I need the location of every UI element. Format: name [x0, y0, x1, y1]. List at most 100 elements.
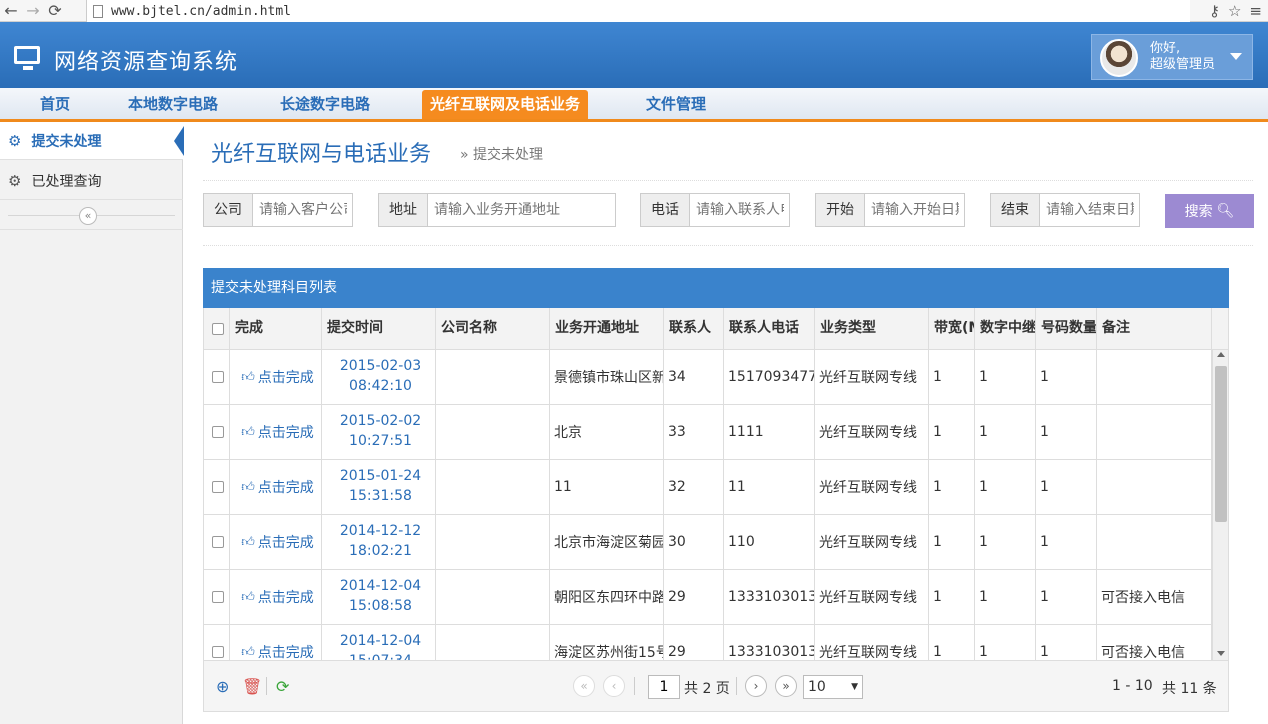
company-label: 公司 [204, 194, 253, 226]
cell-note [1097, 460, 1212, 514]
page-number-input[interactable] [648, 675, 680, 699]
row-checkbox[interactable] [212, 646, 224, 658]
cell-type: 光纤互联网专线 [815, 625, 929, 660]
address-input[interactable] [428, 194, 610, 226]
table-row[interactable]: 👍︎ 点击完成 2015-01-24 15:31:58 11 32 11 光纤互联网专线 1 1 1 [204, 460, 1212, 515]
zoom-in-icon[interactable]: ⊕ [216, 677, 229, 696]
cell-trunk: 1 [975, 405, 1036, 459]
submit-time: 2015-02-02 10:27:51 [322, 405, 436, 459]
cell-address: 北京 [550, 405, 664, 459]
cell-bw: 1 [929, 350, 975, 404]
cell-contact: 29 [664, 625, 724, 660]
refresh-icon[interactable]: ⟳ [276, 677, 289, 696]
cell-phone: 110 [724, 515, 815, 569]
column-header[interactable]: 带宽(M) [929, 308, 975, 349]
reload-button[interactable]: ⟳ [44, 0, 66, 22]
column-header[interactable]: 联系人 [664, 308, 724, 349]
nav-file-management[interactable]: 文件管理 [646, 88, 706, 119]
nav-long-distance-circuit[interactable]: 长途数字电路 [280, 88, 370, 119]
complete-link[interactable]: 👍︎ 点击完成 [230, 405, 322, 459]
forward-button[interactable]: → [22, 0, 44, 22]
column-header[interactable]: 业务开通地址 [550, 308, 664, 349]
scroll-down-icon[interactable] [1217, 651, 1225, 656]
cell-numbers: 1 [1036, 460, 1097, 514]
star-icon[interactable]: ☆ [1228, 2, 1241, 20]
url-input[interactable] [111, 3, 1011, 19]
column-header[interactable]: 提交时间 [322, 308, 436, 349]
table-row[interactable]: 👍︎点击完成2014-12-0415:07:34 海淀区苏州街15号2913331… [204, 625, 1212, 660]
select-all-checkbox[interactable] [212, 322, 224, 335]
row-checkbox[interactable] [212, 536, 224, 548]
first-page-button[interactable]: « [573, 675, 595, 697]
cell-bw: 1 [929, 515, 975, 569]
breadcrumb: » 提交未处理 [460, 147, 544, 163]
cell-note [1097, 405, 1212, 459]
row-checkbox[interactable] [212, 591, 224, 603]
collapse-sidebar-icon[interactable]: « [79, 207, 97, 225]
cell-address: 海淀区苏州街15号 [550, 625, 664, 660]
cell-numbers: 1 [1036, 570, 1097, 624]
complete-link[interactable]: 👍︎ 点击完成 [230, 625, 322, 660]
next-page-button[interactable]: › [745, 675, 767, 697]
complete-link[interactable]: 👍︎ 点击完成 [230, 350, 322, 404]
cell-numbers: 1 [1036, 625, 1097, 660]
prev-page-button[interactable]: ‹ [603, 675, 625, 697]
thumbs-up-icon: 👍︎ [241, 534, 255, 550]
company-filter: 公司 [203, 193, 353, 227]
table-row[interactable]: 👍︎ 点击完成 2015-02-03 08:42:10 景德镇市珠山区新 34 151709… [204, 350, 1212, 405]
complete-link[interactable]: 👍︎ 点击完成 [230, 515, 322, 569]
cell-contact: 32 [664, 460, 724, 514]
gear-icon: ⚙ [8, 131, 22, 150]
page-size-select[interactable]: 10 [803, 675, 863, 699]
user-menu[interactable]: 你好, 超级管理员 [1091, 34, 1253, 80]
column-header[interactable]: 完成 [230, 308, 322, 349]
table-header: 完成 提交时间 公司名称 业务开通地址 联系人 联系人电话 业务类型 带宽(M)… [203, 308, 1229, 350]
complete-link[interactable]: 👍︎ 点击完成 [230, 460, 322, 514]
app-header: 网络资源查询系统 你好, 超级管理员 [0, 22, 1268, 88]
table-row[interactable]: 👍︎ 点击完成 2014-12-12 18:02:21 北京市海淀区菊园 30 110 光纤互… [204, 515, 1212, 570]
nav-local-circuit[interactable]: 本地数字电路 [128, 88, 218, 119]
menu-icon[interactable]: ≡ [1249, 2, 1262, 20]
scroll-thumb[interactable] [1215, 366, 1227, 522]
thumbs-up-icon: 👍︎ [241, 644, 255, 660]
address-bar[interactable] [86, 0, 1190, 22]
cell-numbers: 1 [1036, 515, 1097, 569]
search-button[interactable]: 搜索 🔍︎ [1165, 194, 1254, 228]
vertical-scrollbar[interactable] [1212, 350, 1228, 660]
back-button[interactable]: ← [0, 0, 22, 22]
app-title: 网络资源查询系统 [54, 50, 239, 75]
complete-link[interactable]: 👍︎ 点击完成 [230, 570, 322, 624]
column-header[interactable]: 公司名称 [436, 308, 550, 349]
row-checkbox[interactable] [212, 481, 224, 493]
column-header[interactable]: 数字中继 [975, 308, 1036, 349]
column-header[interactable]: 备注 [1097, 308, 1212, 349]
row-checkbox[interactable] [212, 426, 224, 438]
table-row[interactable]: 👍︎ 点击完成 2014-12-04 15:08:58 朝阳区东四环中路 29 133310… [204, 570, 1212, 625]
cell-phone: 15170934771 [724, 350, 815, 404]
sidebar-item-processed[interactable]: ⚙ 已处理查询 [0, 162, 183, 200]
scroll-up-icon[interactable] [1217, 352, 1225, 357]
sidebar-item-unprocessed[interactable]: ⚙ 提交未处理 [0, 122, 184, 160]
key-icon[interactable]: ⚷ [1209, 2, 1220, 20]
row-checkbox[interactable] [212, 371, 224, 383]
column-header[interactable]: 联系人电话 [724, 308, 815, 349]
start-date-input[interactable] [865, 194, 959, 226]
end-date-input[interactable] [1040, 194, 1134, 226]
cell-trunk: 1 [975, 350, 1036, 404]
column-header[interactable]: 业务类型 [815, 308, 929, 349]
submit-time: 2015-02-03 08:42:10 [322, 350, 436, 404]
nav-fiber-phone[interactable]: 光纤互联网及电话业务 [422, 90, 589, 119]
nav-home[interactable]: 首页 [40, 88, 70, 119]
column-header[interactable]: 号码数量 [1036, 308, 1097, 349]
end-label: 结束 [991, 194, 1040, 226]
cell-company [436, 350, 550, 404]
phone-input[interactable] [690, 194, 784, 226]
cell-type: 光纤互联网专线 [815, 405, 929, 459]
trash-icon[interactable]: 🗑︎ [242, 677, 262, 696]
submit-time: 2015-01-24 15:31:58 [322, 460, 436, 514]
total-pages: 共 2 页 [684, 681, 730, 697]
last-page-button[interactable]: » [775, 675, 797, 697]
cell-numbers: 1 [1036, 405, 1097, 459]
company-input[interactable] [253, 194, 347, 226]
table-row[interactable]: 👍︎ 点击完成 2015-02-02 10:27:51 北京 33 1111 光纤互联网专线 1… [204, 405, 1212, 460]
